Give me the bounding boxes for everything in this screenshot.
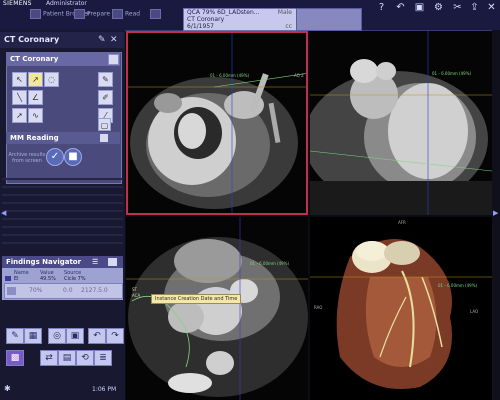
vessel-label: 01 - 6.00mm (49%) xyxy=(432,71,472,76)
tab-extra[interactable] xyxy=(150,9,163,19)
entry-code: 2127.5.0 xyxy=(81,287,108,294)
anatomy-tag: ST xyxy=(132,287,137,292)
stop-button[interactable]: ■ xyxy=(64,148,82,166)
pointer-icon[interactable]: ↖ xyxy=(12,72,27,87)
divider xyxy=(2,226,123,228)
viewport-short-axis[interactable]: 01 - 6.00mm (49%) AQ Z xyxy=(126,31,308,215)
divider xyxy=(2,242,123,244)
vessel-label: 01 - 6.00mm (49%) xyxy=(438,283,478,288)
divider xyxy=(2,218,123,220)
entry-value: 0.0 xyxy=(63,287,73,294)
orientation-label: RAO xyxy=(314,305,323,310)
undo-icon[interactable]: ↶ xyxy=(395,2,406,13)
finding-source[interactable]: Cicle 7% xyxy=(64,276,86,282)
gear-icon[interactable]: ⚙ xyxy=(433,2,444,13)
divider xyxy=(2,194,123,196)
curve-icon[interactable]: ∿ xyxy=(28,108,43,123)
long-axis-image xyxy=(310,31,492,215)
box-icon[interactable]: ▣ xyxy=(66,328,84,344)
layout-icon[interactable]: ▦ xyxy=(24,328,42,344)
divider xyxy=(2,234,123,236)
brand-logo: SIEMENS xyxy=(3,0,32,7)
pencil-tool-icon[interactable]: ✎ xyxy=(6,328,24,344)
subpanel-title: CT Coronary xyxy=(6,52,120,66)
divider xyxy=(2,178,123,180)
divider xyxy=(2,210,123,212)
patient-name: QCA 79% 6D_LADsten... xyxy=(187,9,260,16)
select-tool-icon[interactable]: ↗ xyxy=(28,72,43,87)
archive-results-text: Archive results from screen xyxy=(8,152,46,164)
birth-date: 6/1/1957 xyxy=(187,23,214,30)
findings-collapse-icon[interactable] xyxy=(108,258,117,266)
lasso-icon[interactable]: ◌ xyxy=(44,72,59,87)
collapse-icon[interactable] xyxy=(100,134,108,142)
viewport-long-axis[interactable]: 01 - 6.00mm (49%) xyxy=(310,31,492,215)
line-icon[interactable]: ╲ xyxy=(12,90,27,105)
arrow-icon[interactable]: ➚ xyxy=(12,108,27,123)
angle-icon[interactable]: ∠ xyxy=(28,90,43,105)
window-icon[interactable]: ▤ xyxy=(58,350,76,366)
patient-sex: Male xyxy=(277,9,292,16)
clock: 1:06 PM xyxy=(92,386,117,393)
patient-series-strip[interactable] xyxy=(296,8,362,31)
finding-value[interactable]: 49.5% xyxy=(40,276,56,282)
left-expand-icon[interactable]: ◀ xyxy=(1,209,6,217)
divider xyxy=(2,186,123,188)
close-panel-icon[interactable]: ✕ xyxy=(110,32,118,48)
edit-icon[interactable]: ✎ xyxy=(98,32,106,48)
save-icon[interactable]: ▣ xyxy=(414,2,425,13)
tab-prepare[interactable]: Prepare xyxy=(74,9,110,19)
move-icon[interactable]: ⇄ xyxy=(40,350,58,366)
finding-name[interactable]: El xyxy=(14,276,19,282)
instance-tooltip: Instance Creation Date and Time xyxy=(151,294,242,304)
send-icon[interactable]: ⇪ xyxy=(469,2,480,13)
axial-image xyxy=(126,217,308,400)
prepare-icon xyxy=(74,9,85,19)
target-icon[interactable]: ◎ xyxy=(48,328,66,344)
eraser-icon[interactable]: ▢ xyxy=(98,118,111,131)
list-icon[interactable]: ≣ xyxy=(94,350,112,366)
viewport-axial[interactable]: 01 - 6.00mm (49%) ST ACA xyxy=(126,217,308,400)
entry-icon xyxy=(7,287,16,295)
rotate-left-icon[interactable]: ↶ xyxy=(88,328,106,344)
divider xyxy=(2,202,123,204)
short-axis-image xyxy=(128,33,306,213)
study-type: CT Coronary xyxy=(187,16,225,23)
findings-menu-icon[interactable]: ☰ xyxy=(92,258,98,266)
right-expand-icon[interactable]: ▶ xyxy=(493,209,498,217)
findings-navigator-title: Findings Navigator xyxy=(2,256,123,268)
rotate-right-icon[interactable]: ↷ xyxy=(106,328,124,344)
read-icon xyxy=(112,9,123,19)
viewport-volume-render[interactable]: 01 - 6.00mm (49%) AFR RAO LAO xyxy=(310,217,492,400)
finding-checkbox[interactable] xyxy=(5,276,11,281)
grid-icon[interactable]: ▩ xyxy=(6,350,24,366)
confirm-button[interactable]: ✓ xyxy=(46,148,64,166)
anatomy-tag: ACA xyxy=(132,293,141,298)
patient-info-box[interactable]: QCA 79% 6D_LADsten... Male CT Coronary 6… xyxy=(183,8,297,31)
vessel-label: 01 - 6.00mm (49%) xyxy=(250,261,290,266)
help-icon[interactable]: ? xyxy=(376,2,387,13)
minimize-icon[interactable] xyxy=(108,54,119,65)
finding-entry-row[interactable]: 70% 0.0 2127.5.0 xyxy=(4,283,123,299)
orientation-label: LAO xyxy=(470,309,479,314)
orientation-label: AQ Z xyxy=(294,73,304,78)
ruler-icon[interactable]: ✐ xyxy=(98,90,113,105)
user-name: Administrator xyxy=(46,0,87,7)
pen-icon[interactable]: ✎ xyxy=(98,72,113,87)
status-icon: ✱ xyxy=(4,384,11,393)
reset-icon[interactable]: ⟲ xyxy=(76,350,94,366)
orientation-label: AFR xyxy=(398,220,406,225)
patient-browser-icon xyxy=(30,9,41,19)
patient-code: cc xyxy=(285,23,292,30)
panel-title: CT Coronary ✎ ✕ xyxy=(0,32,124,48)
entry-percent: 70% xyxy=(29,287,43,294)
tools-icon[interactable]: ✂ xyxy=(452,2,463,13)
tab-read[interactable]: Read xyxy=(112,9,140,19)
volume-render-image xyxy=(310,217,492,400)
vessel-label: 01 - 6.00mm (49%) xyxy=(210,73,250,78)
view-icon xyxy=(150,9,161,19)
close-icon[interactable]: ✕ xyxy=(486,2,497,13)
